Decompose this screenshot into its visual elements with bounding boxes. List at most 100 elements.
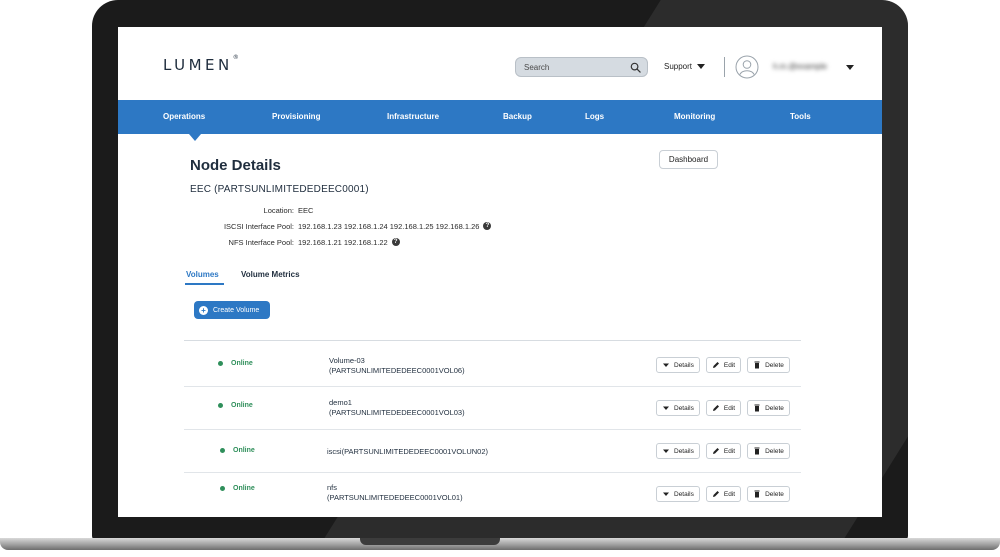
- app-screen: LUMEN® Support h.m.@example: [118, 27, 882, 517]
- delete-label: Delete: [765, 404, 784, 412]
- volume-name-line2: (PARTSUNLIMITEDEDEEC0001VOL03): [329, 408, 465, 417]
- volume-name-line1: iscsi(PARTSUNLIMITEDEDEEC0001VOLUN02): [327, 447, 489, 456]
- table-row: Online nfs (PARTSUNLIMITEDEDEEC0001VOL01)…: [184, 474, 801, 516]
- laptop-base-notch: [360, 538, 500, 545]
- dashboard-button[interactable]: Dashboard: [659, 150, 718, 169]
- detail-label: Location:: [263, 205, 294, 215]
- plus-icon: +: [199, 305, 208, 315]
- delete-button[interactable]: Delete: [747, 357, 790, 373]
- details-button[interactable]: Details: [656, 357, 700, 373]
- status-text: Online: [233, 447, 255, 454]
- delete-label: Delete: [765, 447, 784, 455]
- nav-item-monitoring[interactable]: Monitoring: [674, 100, 715, 134]
- support-label: Support: [664, 62, 693, 71]
- volume-name: Volume-03 (PARTSUNLIMITEDEDEEC0001VOL06): [329, 356, 465, 376]
- table-row: Online Volume-03 (PARTSUNLIMITEDEDEEC0001…: [184, 345, 801, 387]
- table-row: Online iscsi(PARTSUNLIMITEDEDEEC0001VOLU…: [184, 431, 801, 473]
- edit-button[interactable]: Edit: [705, 443, 742, 459]
- detail-value: EEC: [298, 206, 313, 215]
- delete-button[interactable]: Delete: [747, 443, 790, 459]
- search-icon[interactable]: [630, 62, 641, 73]
- detail-label: ISCSI Interface Pool:: [223, 221, 294, 231]
- status-text: Online: [231, 402, 253, 409]
- user-menu-chevron-down-icon[interactable]: [846, 65, 854, 70]
- details-label: Details: [674, 490, 694, 498]
- nav-item-infrastructure[interactable]: Infrastructure: [387, 100, 439, 134]
- table-divider: [184, 340, 801, 341]
- create-volume-label: Create Volume: [213, 306, 260, 314]
- detail-label: NFS Interface Pool:: [228, 237, 294, 247]
- status-text: Online: [231, 360, 253, 367]
- trash-icon: [754, 490, 760, 498]
- page-title: Node Details: [190, 157, 281, 174]
- delete-button[interactable]: Delete: [747, 400, 790, 416]
- pencil-icon: [712, 405, 719, 411]
- logo-text: LUMEN: [163, 56, 233, 74]
- avatar[interactable]: [735, 55, 759, 79]
- edit-label: Edit: [723, 490, 736, 498]
- trash-icon: [754, 404, 760, 412]
- delete-label: Delete: [765, 361, 784, 369]
- status-dot-icon: [220, 486, 225, 491]
- row-actions: Details Edit Delete: [656, 400, 790, 416]
- status-dot-icon: [218, 361, 223, 366]
- caret-down-icon: [663, 492, 669, 496]
- table-row: Online demo1 (PARTSUNLIMITEDEDEEC0001VOL0…: [184, 388, 801, 430]
- trademark-mark: ®: [232, 54, 239, 61]
- details-button[interactable]: Details: [656, 486, 700, 502]
- tab-active-underline: [185, 283, 224, 285]
- details-button[interactable]: Details: [656, 443, 700, 459]
- lumen-logo[interactable]: LUMEN®: [163, 54, 239, 74]
- delete-button[interactable]: Delete: [747, 486, 790, 502]
- username-label[interactable]: h.m.@example: [773, 62, 843, 71]
- nav-item-logs[interactable]: Logs: [585, 100, 604, 134]
- header: LUMEN® Support h.m.@example: [118, 27, 882, 100]
- search-box: [515, 57, 648, 77]
- volume-name-line1: Volume-03: [329, 356, 365, 365]
- pencil-icon: [712, 491, 719, 497]
- search-input[interactable]: [516, 58, 626, 76]
- edit-button[interactable]: Edit: [705, 486, 742, 502]
- row-actions: Details Edit Delete: [656, 443, 790, 459]
- tab-volume-metrics[interactable]: Volume Metrics: [241, 270, 300, 279]
- chevron-down-icon: [697, 64, 706, 69]
- volume-name-line2: (PARTSUNLIMITEDEDEEC0001VOL01): [327, 493, 463, 502]
- help-icon[interactable]: ?: [391, 238, 400, 246]
- nav-item-backup[interactable]: Backup: [503, 100, 532, 134]
- volume-name: iscsi(PARTSUNLIMITEDEDEEC0001VOLUN02): [327, 447, 488, 457]
- delete-label: Delete: [765, 490, 784, 498]
- header-divider: [724, 57, 725, 77]
- help-icon[interactable]: ?: [483, 222, 492, 230]
- details-button[interactable]: Details: [656, 400, 700, 416]
- status-badge: Online: [218, 402, 253, 409]
- volume-name: demo1 (PARTSUNLIMITEDEDEEC0001VOL03): [329, 398, 465, 418]
- details-label: Details: [674, 404, 694, 412]
- status-badge: Online: [218, 360, 253, 367]
- nfs-pool-value: 192.168.1.21 192.168.1.22: [298, 237, 388, 247]
- node-identifier: EEC (PARTSUNLIMITEDEDEEC0001): [190, 184, 369, 195]
- laptop-base: [0, 538, 1000, 550]
- location-value: EEC: [298, 205, 314, 215]
- row-actions: Details Edit Delete: [656, 357, 790, 373]
- iscsi-pool-value: 192.168.1.23 192.168.1.24 192.168.1.25 1…: [298, 221, 480, 231]
- caret-down-icon: [663, 363, 669, 367]
- trash-icon: [754, 361, 760, 369]
- main-nav: Operations Provisioning Infrastructure B…: [118, 100, 882, 134]
- status-badge: Online: [220, 447, 255, 454]
- status-badge: Online: [220, 485, 255, 492]
- edit-button[interactable]: Edit: [705, 357, 742, 373]
- volume-name-line2: (PARTSUNLIMITEDEDEEC0001VOL06): [329, 366, 465, 375]
- tab-volumes[interactable]: Volumes: [186, 270, 219, 279]
- details-label: Details: [674, 361, 694, 369]
- nav-item-operations[interactable]: Operations: [163, 100, 205, 134]
- volume-name-line1: demo1: [329, 398, 352, 407]
- edit-button[interactable]: Edit: [705, 400, 742, 416]
- status-dot-icon: [218, 403, 223, 408]
- detail-value: 192.168.1.23 192.168.1.24 192.168.1.25 1…: [298, 221, 492, 231]
- details-label: Details: [674, 447, 694, 455]
- nav-item-provisioning[interactable]: Provisioning: [272, 100, 320, 134]
- status-text: Online: [233, 485, 255, 492]
- support-menu[interactable]: Support: [664, 62, 706, 71]
- nav-item-tools[interactable]: Tools: [790, 100, 811, 134]
- create-volume-button[interactable]: + Create Volume: [194, 301, 270, 319]
